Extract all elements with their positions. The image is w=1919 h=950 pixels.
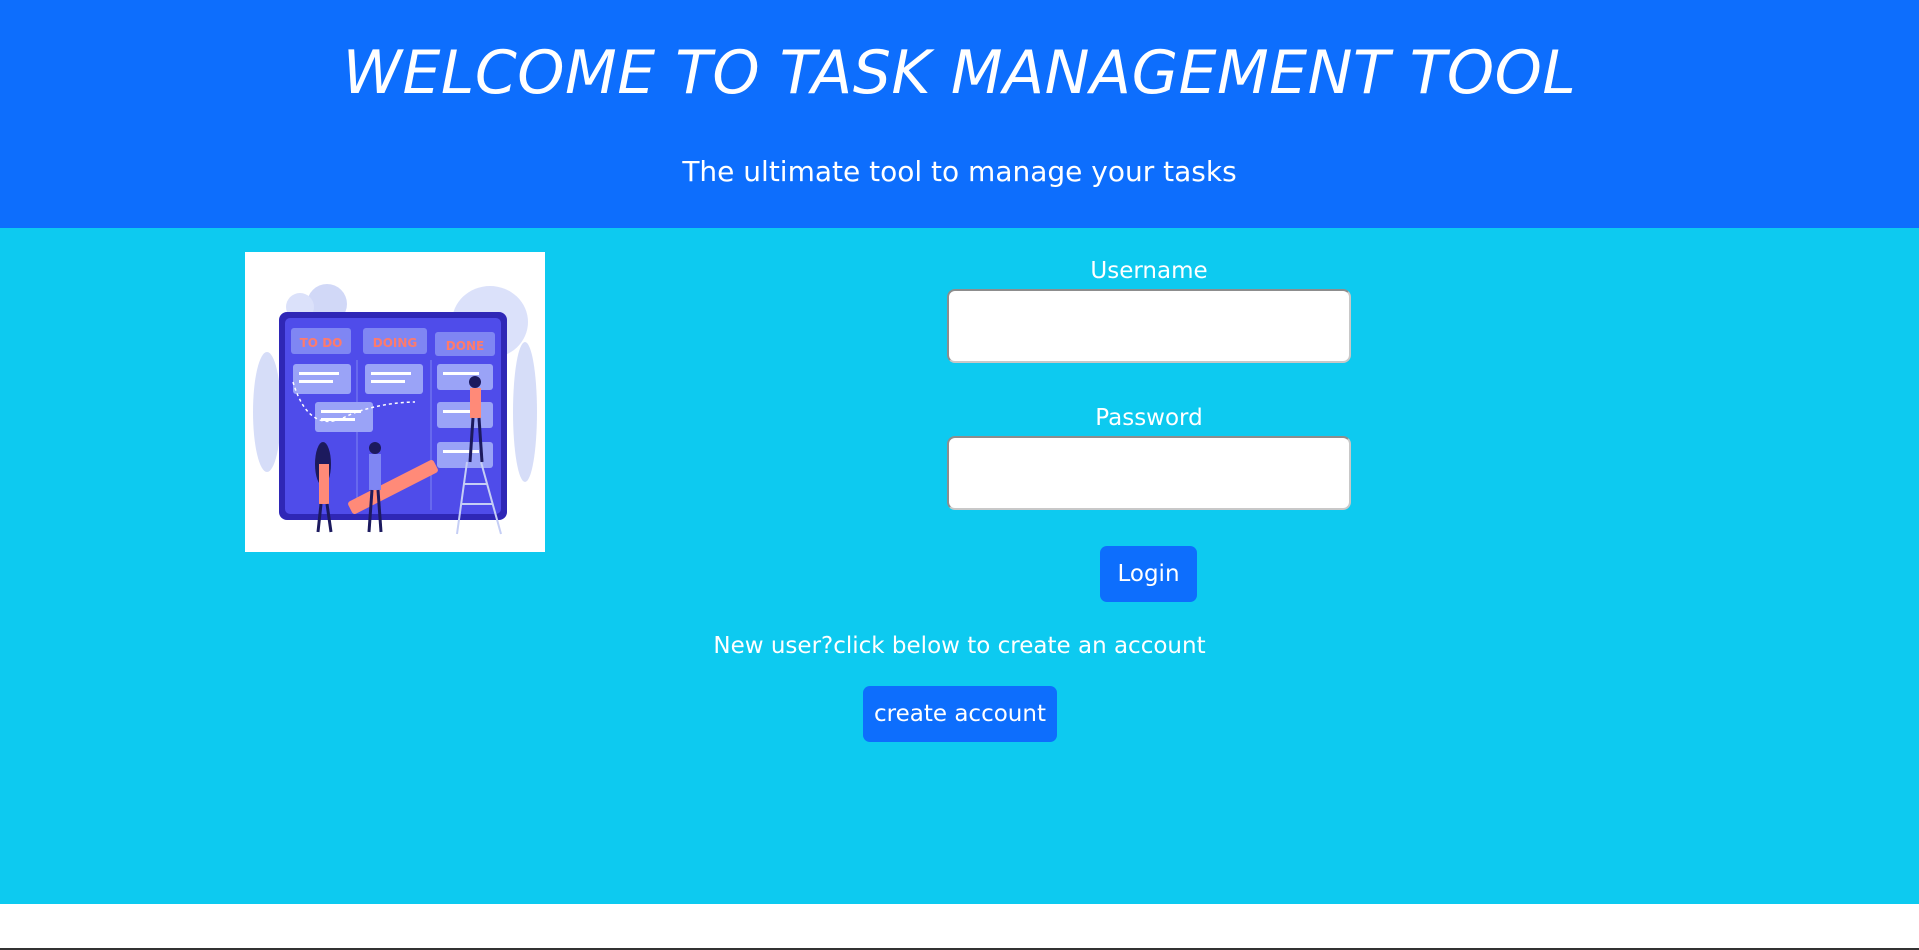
main-section: TO DO DOING DONE Username Password Login… [0, 228, 1919, 904]
column-label-done: DONE [446, 339, 484, 353]
password-group: Password [947, 403, 1351, 510]
column-label-doing: DOING [373, 336, 418, 350]
page-header: WELCOME TO TASK MANAGEMENT TOOL The ulti… [0, 0, 1919, 228]
kanban-board-image: TO DO DOING DONE [253, 284, 537, 535]
new-user-prompt: New user?click below to create an accoun… [713, 633, 1206, 659]
create-account-button[interactable]: create account [863, 686, 1057, 742]
username-label: Username [1090, 258, 1208, 284]
page-title: WELCOME TO TASK MANAGEMENT TOOL [342, 38, 1577, 108]
username-group: Username [947, 256, 1351, 363]
password-label: Password [1095, 405, 1203, 431]
page-subtitle: The ultimate tool to manage your tasks [682, 155, 1237, 188]
password-input[interactable] [947, 436, 1351, 510]
column-label-todo: TO DO [300, 336, 343, 350]
username-input[interactable] [947, 289, 1351, 363]
kanban-board-illustration: TO DO DOING DONE [245, 252, 545, 552]
login-button[interactable]: Login [1100, 546, 1197, 602]
